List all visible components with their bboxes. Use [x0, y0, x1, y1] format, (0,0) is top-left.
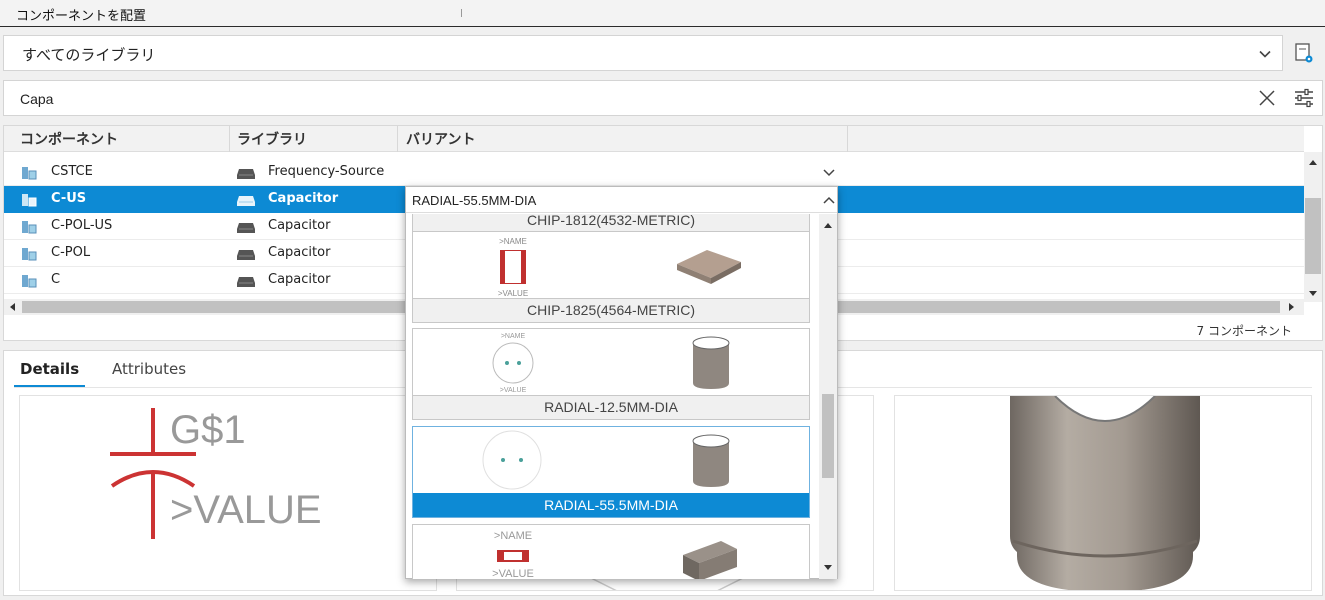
tab-attributes[interactable]: Attributes — [112, 360, 186, 378]
scroll-thumb[interactable] — [822, 394, 834, 478]
svg-text:>NAME: >NAME — [499, 237, 527, 246]
library-select-value: すべてのライブラリ — [22, 46, 156, 64]
search-box — [3, 80, 1323, 116]
library-select[interactable]: すべてのライブラリ — [3, 35, 1283, 71]
variant-item[interactable]: >NAME >VALUE CHIP-1825(4564-METRIC) — [412, 231, 810, 323]
scroll-up-icon[interactable] — [1308, 158, 1318, 166]
radial-footprint-icon: >NAME >VALUE — [492, 333, 534, 394]
component-icon — [22, 194, 37, 207]
library-settings-icon[interactable] — [1294, 42, 1314, 64]
radial-3d-icon — [692, 434, 730, 487]
filter-icon[interactable] — [1293, 88, 1315, 108]
library-drive-icon — [237, 250, 255, 260]
table-row[interactable]: CSTCE Frequency-Source — [4, 159, 1304, 186]
table-vertical-scrollbar[interactable] — [1304, 152, 1322, 302]
title-separator — [461, 9, 462, 17]
column-header-library[interactable]: ライブラリ — [237, 129, 307, 149]
library-name: Capacitor — [268, 272, 331, 287]
scroll-thumb[interactable] — [1305, 198, 1321, 274]
chevron-down-icon[interactable] — [822, 167, 836, 179]
scroll-up-icon[interactable] — [823, 221, 833, 229]
radial-footprint-icon — [482, 430, 542, 490]
variant-item-selected[interactable]: RADIAL-55.5MM-DIA — [412, 426, 810, 518]
variant-item-label: CHIP-1812(4532-METRIC) — [413, 214, 809, 232]
table-header: コンポーネント ライブラリ バリアント — [4, 126, 1304, 152]
variant-item-label: CHIP-1825(4564-METRIC) — [413, 298, 809, 322]
variant-list: CHIP-1812(4532-METRIC) >NAME >VALUE CHIP… — [406, 214, 819, 579]
symbol-preview: G$1 >VALUE — [19, 395, 437, 591]
library-drive-icon — [237, 277, 255, 287]
component-name: C-POL-US — [51, 218, 113, 233]
variant-dropdown[interactable]: RADIAL-55.5MM-DIA CHIP-1812(4532-METRIC)… — [405, 186, 838, 579]
scroll-down-icon[interactable] — [823, 564, 833, 572]
library-name: Capacitor — [268, 191, 339, 206]
library-drive-icon — [237, 223, 255, 233]
component-name: C-US — [51, 191, 87, 206]
component-name: CSTCE — [51, 164, 93, 179]
svg-text:>NAME: >NAME — [501, 333, 526, 340]
svg-text:>NAME: >NAME — [494, 530, 532, 542]
model-3d-preview — [894, 395, 1312, 591]
chevron-up-icon[interactable] — [823, 195, 835, 205]
component-count: 7 コンポーネント — [1196, 324, 1292, 338]
column-header-variant[interactable]: バリアント — [406, 129, 475, 149]
search-input[interactable] — [20, 88, 1220, 110]
variant-item-label: RADIAL-55.5MM-DIA — [413, 493, 809, 517]
scroll-left-icon[interactable] — [8, 302, 16, 312]
clear-icon[interactable] — [1258, 89, 1276, 107]
library-drive-icon — [237, 196, 255, 206]
column-divider — [229, 126, 230, 152]
library-drive-icon — [237, 169, 255, 179]
component-icon — [22, 248, 37, 261]
variant-dropdown-scrollbar[interactable] — [819, 214, 837, 579]
library-name: Frequency-Source — [268, 164, 385, 179]
svg-text:>VALUE: >VALUE — [492, 568, 534, 579]
chip-footprint-icon: >NAME >VALUE — [492, 530, 534, 579]
chip-3d-icon — [677, 250, 741, 284]
svg-text:>VALUE: >VALUE — [498, 289, 528, 298]
radial-3d-icon — [692, 336, 730, 389]
component-name: C-POL — [51, 245, 91, 260]
library-name: Capacitor — [268, 245, 331, 260]
title-bar: コンポーネントを配置 — [0, 0, 1325, 27]
window-title: コンポーネントを配置 — [16, 9, 147, 24]
component-icon — [22, 167, 37, 180]
variant-selected-value: RADIAL-55.5MM-DIA — [412, 193, 537, 208]
component-name: C — [51, 272, 61, 287]
column-header-component[interactable]: コンポーネント — [20, 129, 118, 149]
scroll-right-icon[interactable] — [1288, 302, 1296, 312]
symbol-value-label: >VALUE — [170, 488, 322, 532]
tab-details[interactable]: Details — [13, 360, 86, 388]
capacitor-3d-model-icon — [1010, 396, 1200, 590]
column-divider — [397, 126, 398, 152]
component-icon — [22, 275, 37, 288]
variant-item-label: RADIAL-12.5MM-DIA — [413, 395, 809, 419]
component-icon — [22, 221, 37, 234]
variant-item[interactable]: >NAME >VALUE — [412, 524, 810, 579]
library-name: Capacitor — [268, 218, 331, 233]
variant-dropdown-header[interactable]: RADIAL-55.5MM-DIA — [406, 187, 837, 213]
chip-footprint-icon: >NAME >VALUE — [498, 237, 528, 298]
scroll-down-icon[interactable] — [1308, 290, 1318, 298]
place-component-dialog: コンポーネントを配置 すべてのライブラリ コンポーネント ライブラリ — [0, 0, 1325, 600]
variant-item[interactable]: >NAME >VALUE RADIAL-12.5MM-DIA — [412, 328, 810, 420]
svg-text:>VALUE: >VALUE — [500, 387, 527, 394]
chip-3d-icon — [683, 541, 737, 579]
chevron-down-icon — [1259, 50, 1271, 58]
symbol-name-label: G$1 — [170, 408, 246, 452]
column-divider — [847, 126, 848, 152]
